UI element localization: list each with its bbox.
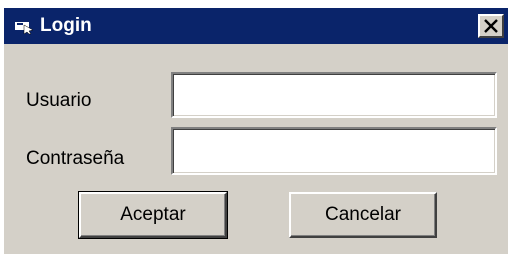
accept-button[interactable]: Aceptar [78, 191, 228, 239]
username-label: Usuario [26, 90, 92, 111]
password-field[interactable] [171, 127, 497, 175]
window-app-icon [14, 17, 34, 35]
window-title: Login [40, 15, 92, 36]
cancel-button[interactable]: Cancelar [289, 192, 437, 238]
login-dialog: Login Usuario Contraseña Aceptar Cancela… [4, 8, 508, 254]
password-label: Contraseña [26, 148, 125, 169]
username-field[interactable] [171, 72, 497, 118]
close-button[interactable] [478, 14, 504, 38]
title-bar[interactable]: Login [4, 8, 508, 44]
